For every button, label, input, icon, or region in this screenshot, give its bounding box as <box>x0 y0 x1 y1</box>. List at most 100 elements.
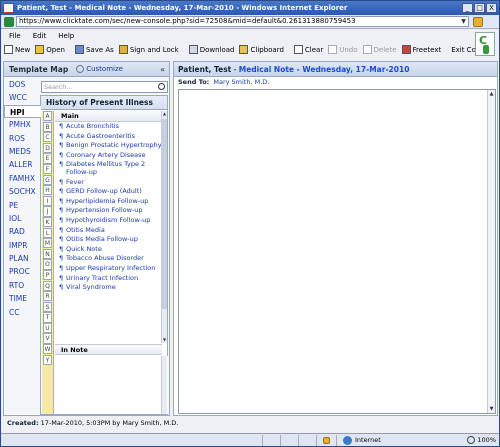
alpha-index-k[interactable]: K <box>43 216 52 228</box>
alpha-index-d[interactable]: D <box>43 142 52 154</box>
clear-button[interactable]: Clear <box>293 45 324 54</box>
alpha-index-c[interactable]: C <box>43 132 52 143</box>
alpha-index-q[interactable]: Q <box>43 280 52 291</box>
alpha-index-y[interactable]: Y <box>43 354 52 365</box>
save-as-button[interactable]: Save As <box>74 45 114 54</box>
nav-item-famhx[interactable]: FAMHX <box>4 172 40 185</box>
nav-item-time[interactable]: TIME <box>4 292 40 305</box>
menu-edit[interactable]: Edit <box>33 32 47 40</box>
send-to-recipient[interactable]: Mary Smith, M.D. <box>213 78 269 86</box>
nav-item-meds[interactable]: MEDS <box>4 145 40 158</box>
clipboard-button[interactable]: Clipboard <box>239 45 284 54</box>
status-text <box>1 434 263 446</box>
alpha-index-o[interactable]: O <box>43 259 52 270</box>
alpha-index-l[interactable]: L <box>43 227 52 238</box>
paragraph-icon: ¶ <box>59 215 64 224</box>
save-as-label: Save As <box>85 45 114 54</box>
hpi-template-item[interactable]: ¶ Otitis Media <box>55 226 162 236</box>
menu-help[interactable]: Help <box>58 32 74 40</box>
zoom-control[interactable]: 100% <box>467 436 496 444</box>
hpi-template-item[interactable]: ¶ Diabetes Mellitus Type 2 Follow-up <box>55 160 162 177</box>
nav-item-rto[interactable]: RTO <box>4 279 40 292</box>
secure-lock-icon[interactable] <box>323 436 330 444</box>
nav-item-proc[interactable]: PROC <box>4 265 40 278</box>
nav-item-impr[interactable]: IMPR <box>4 239 40 252</box>
hpi-template-item[interactable]: ¶ Viral Syndrome <box>55 283 162 293</box>
template-list-scrollbar[interactable]: ▲ ▼ <box>161 111 167 343</box>
alpha-index-v[interactable]: V <box>43 333 52 344</box>
hpi-template-item[interactable]: ¶ Otitis Media Follow-up <box>55 235 162 245</box>
nav-item-plan[interactable]: PLAN <box>4 252 40 265</box>
alpha-index-g[interactable]: G <box>43 174 52 185</box>
clear-label: Clear <box>304 45 324 54</box>
search-icon[interactable] <box>158 83 165 90</box>
collapse-panel-button[interactable]: « <box>160 65 165 74</box>
lock-icon[interactable] <box>473 16 483 27</box>
hpi-template-item[interactable]: ¶ Coronary Artery Disease <box>55 151 162 161</box>
hpi-template-item[interactable]: ¶ Hyperlipidemia Follow-up <box>55 197 162 207</box>
freetext-button[interactable]: Freetext <box>401 45 441 54</box>
sign-lock-button[interactable]: Sign and Lock <box>118 45 179 54</box>
menu-file[interactable]: File <box>9 32 21 40</box>
note-header: Patient, Test - Medical Note - Wednesday… <box>174 62 497 77</box>
hpi-template-item[interactable]: ¶ Quick Note <box>55 245 162 255</box>
alpha-index-s[interactable]: S <box>43 301 52 312</box>
nav-item-pe[interactable]: PE <box>4 199 40 212</box>
open-button[interactable]: Open <box>35 45 65 54</box>
search-input[interactable]: Search... <box>41 81 168 93</box>
alpha-index-u[interactable]: U <box>43 322 52 334</box>
hpi-template-item[interactable]: ¶ Benign Prostatic Hypertrophy <box>55 141 162 151</box>
hpi-template-item[interactable]: ¶ Hypothyroidism Follow-up <box>55 216 162 226</box>
alpha-index-i[interactable]: I <box>43 195 52 207</box>
nav-item-rad[interactable]: RAD <box>4 225 40 238</box>
hpi-template-item[interactable]: ¶ Acute Bronchitis <box>55 122 162 132</box>
undo-button[interactable]: Undo <box>328 45 358 54</box>
url-field[interactable]: https://www.clicktate.com/sec/new-consol… <box>16 16 469 27</box>
hpi-template-item[interactable]: ¶ Tobacco Abuse Disorder <box>55 254 162 264</box>
alpha-index-w[interactable]: W <box>43 344 52 355</box>
alpha-index-n[interactable]: N <box>43 248 52 260</box>
editor-scrollbar[interactable]: ▲ ▼ <box>487 90 495 413</box>
customize-link[interactable]: Customize <box>76 65 123 73</box>
nav-item-pmhx[interactable]: PMHX <box>4 118 40 131</box>
nav-item-hpi[interactable]: HPI <box>4 104 41 119</box>
nav-item-aller[interactable]: ALLER <box>4 158 40 171</box>
alpha-index-m[interactable]: M <box>43 238 52 249</box>
delete-button[interactable]: Delete <box>362 45 397 54</box>
scroll-down-icon[interactable]: ▼ <box>162 337 167 343</box>
new-button[interactable]: New <box>4 45 30 54</box>
scroll-up-icon[interactable]: ▲ <box>162 111 167 117</box>
close-button[interactable]: X <box>486 3 497 13</box>
hpi-template-item[interactable]: ¶ GERD Follow-up (Adult) <box>55 187 162 197</box>
nav-item-wcc[interactable]: WCC <box>4 91 40 104</box>
maximize-button[interactable]: □ <box>474 3 485 13</box>
scroll-thumb[interactable] <box>162 119 167 309</box>
security-zone[interactable]: Internet <box>343 435 381 445</box>
alpha-index-a[interactable]: A <box>43 111 52 122</box>
editor-scroll-down-icon[interactable]: ▼ <box>488 405 495 413</box>
hpi-template-item[interactable]: ¶ Fever <box>55 178 162 188</box>
alpha-index-p[interactable]: P <box>43 269 52 281</box>
nav-item-sochx[interactable]: SOCHX <box>4 185 40 198</box>
alpha-index-b[interactable]: B <box>43 121 52 132</box>
url-dropdown-icon[interactable]: ▼ <box>459 17 468 26</box>
alpha-index-j[interactable]: J <box>43 206 52 217</box>
hpi-template-item[interactable]: ¶ Hypertension Follow-up <box>55 206 162 216</box>
alpha-index-h[interactable]: H <box>43 185 52 196</box>
alpha-index-e[interactable]: E <box>43 153 52 164</box>
note-editor[interactable]: ▲ ▼ <box>178 89 496 414</box>
alpha-index-t[interactable]: T <box>43 312 52 323</box>
hpi-template-item[interactable]: ¶ Upper Respiratory Infection <box>55 264 162 274</box>
hpi-template-item[interactable]: ¶ Acute Gastroenteritis <box>55 132 162 142</box>
nav-item-dos[interactable]: DOS <box>4 78 40 91</box>
download-button[interactable]: Download <box>188 45 234 54</box>
alpha-index-r[interactable]: R <box>43 291 52 302</box>
minimize-button[interactable]: _ <box>462 3 473 13</box>
hpi-template-item[interactable]: ¶ Urinary Tract Infection <box>55 274 162 284</box>
alpha-index-f[interactable]: F <box>43 163 52 175</box>
nav-item-iol[interactable]: IOL <box>4 212 40 225</box>
editor-scroll-up-icon[interactable]: ▲ <box>488 90 495 98</box>
nav-item-ros[interactable]: ROS <box>4 132 40 145</box>
nav-item-cc[interactable]: CC <box>4 306 40 319</box>
in-note-scrollbar[interactable] <box>161 356 167 414</box>
